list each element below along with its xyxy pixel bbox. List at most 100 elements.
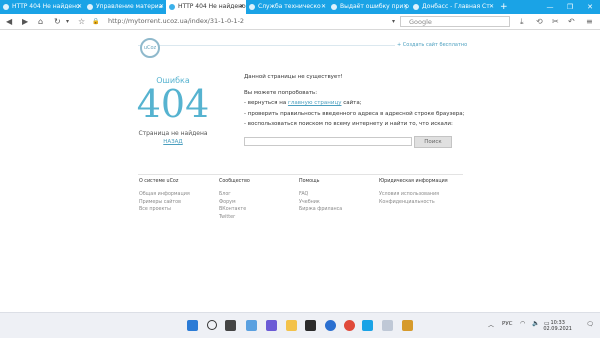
task-view-icon[interactable] (225, 320, 236, 331)
maximize-icon[interactable]: ❐ (560, 0, 580, 14)
suggestion-prefix: - вернуться на (244, 100, 288, 106)
page-info-icon[interactable]: 🔒 (92, 16, 99, 27)
tab-favicon-icon (249, 4, 255, 10)
minimize-icon[interactable]: — (540, 0, 560, 14)
back-link[interactable]: НАЗАД (132, 139, 214, 145)
download-icon[interactable]: ⤓ (520, 16, 524, 27)
close-tab-icon[interactable]: ✕ (321, 0, 326, 14)
footer-link[interactable]: Общая информация (139, 192, 190, 197)
footer-link[interactable]: Примеры сайтов (139, 200, 190, 205)
tab-favicon-icon (331, 4, 337, 10)
tab-http-404-1[interactable]: HTTP 404 Не найдено ✕ (0, 0, 84, 14)
search-icon[interactable] (207, 320, 217, 330)
footer-heading: О системе uCoz (139, 179, 179, 184)
footer-heading: Сообщество (219, 179, 250, 184)
notifications-icon[interactable]: 🗨 (586, 321, 594, 328)
ucoz-logo[interactable]: uCoz (140, 38, 160, 58)
url-dropdown-icon[interactable]: ▾ (392, 16, 395, 27)
app-icon-2[interactable] (402, 320, 413, 331)
tab-label: HTTP 404 Не найдено (178, 3, 246, 10)
close-tab-icon[interactable]: ✕ (77, 0, 82, 14)
widgets-icon[interactable] (246, 320, 257, 331)
create-site-link[interactable]: + Создать сайт бесплатно (395, 42, 470, 48)
tab-favicon-icon (3, 4, 9, 10)
search-input[interactable]: Google (400, 16, 510, 27)
suggestion-home: - вернуться на главную страницу сайта; (244, 100, 362, 106)
tab-label: HTTP 404 Не найдено (12, 3, 80, 10)
history-icon[interactable]: ⟲ (536, 16, 543, 27)
undo-icon[interactable]: ↶ (568, 16, 575, 27)
footer-link[interactable]: Форум (219, 200, 250, 205)
footer-link[interactable]: ВКонтакте (219, 207, 250, 212)
tray-chevron-icon[interactable]: ︿ (488, 320, 494, 329)
footer-link[interactable]: Учебник (299, 200, 342, 205)
home-icon[interactable]: ⌂ (38, 16, 43, 27)
suggestion-search: - воспользоваться поиском по всему интер… (244, 121, 453, 127)
suggestion-suffix: сайта; (341, 100, 362, 106)
chat-icon[interactable] (266, 320, 277, 331)
clock-date: 02.09.2021 (543, 326, 572, 332)
reload-menu-icon[interactable]: ▾ (66, 16, 69, 27)
taskbar: ︿ РУС ◠ 🔈 ▭ 10:33 02.09.2021 🗨 (0, 312, 600, 338)
footer-heading: Юридическая информация (379, 179, 448, 184)
window-controls: — ❐ ✕ (540, 0, 600, 14)
footer-col-help: Помощь FAQ Учебник Биржа фриланса (299, 179, 342, 215)
navigation-bar: ◀ ▶ ⌂ ↻ ▾ ☆ 🔒 http://mytorrent.ucoz.ua/i… (0, 14, 600, 30)
home-page-link[interactable]: главную страницу (288, 100, 342, 106)
start-icon[interactable] (187, 320, 198, 331)
tab-manage-materials[interactable]: Управление материа ✕ (84, 0, 166, 14)
footer-col-community: Сообщество Блог Форум ВКонтакте Twitter (219, 179, 250, 222)
suggestion-check-url: - проверить правильность введенного адре… (244, 111, 465, 117)
back-icon[interactable]: ◀ (6, 16, 12, 27)
menu-icon[interactable]: ≡ (586, 16, 593, 27)
scissors-icon[interactable]: ✂ (552, 16, 559, 27)
error-subtitle: Страница не найдена (138, 130, 208, 137)
close-tab-icon[interactable]: ✕ (489, 0, 494, 14)
tab-favicon-icon (413, 4, 419, 10)
footer-link[interactable]: FAQ (299, 192, 342, 197)
try-label: Вы можете попробовать: (244, 90, 318, 96)
tab-label: Служба техническо (258, 3, 321, 10)
footer-link[interactable]: Биржа фриланса (299, 207, 342, 212)
footer-link[interactable]: Конфиденциальность (379, 200, 448, 205)
tab-donbass[interactable]: Донбасс - Главная Ст ✕ (410, 0, 496, 14)
search-button[interactable]: Поиск (414, 136, 452, 148)
page-content: uCoz + Создать сайт бесплатно Ошибка 404… (0, 30, 600, 312)
error-code: 404 (136, 82, 210, 126)
app-icon[interactable] (382, 320, 393, 331)
tab-label: Выдаёт ошибку при р (340, 3, 409, 10)
message-heading: Данной страницы не существует! (244, 74, 343, 80)
file-explorer-icon[interactable] (286, 320, 297, 331)
tab-error-question[interactable]: Выдаёт ошибку при р ✕ (328, 0, 410, 14)
footer-link[interactable]: Блог (219, 192, 250, 197)
chrome-icon[interactable] (344, 320, 355, 331)
browser-icon[interactable] (362, 320, 373, 331)
url-bar[interactable]: http://mytorrent.ucoz.ua/index/31-1-0-1-… (108, 16, 390, 27)
forward-icon[interactable]: ▶ (22, 16, 28, 27)
tab-favicon-icon (169, 4, 175, 10)
language-indicator[interactable]: РУС (502, 321, 513, 327)
footer-divider (138, 174, 463, 175)
store-icon[interactable] (305, 320, 316, 331)
wifi-icon[interactable]: ◠ (520, 320, 525, 327)
close-tab-icon[interactable]: ✕ (403, 0, 408, 14)
footer-link[interactable]: Все проекты (139, 207, 190, 212)
create-site-label: Создать сайт бесплатно (402, 42, 468, 48)
footer-col-legal: Юридическая информация Условия использов… (379, 179, 448, 207)
clock[interactable]: 10:33 02.09.2021 (543, 320, 572, 332)
close-tab-icon[interactable]: ✕ (159, 0, 164, 14)
volume-icon[interactable]: 🔈 (532, 320, 539, 327)
bookmark-star-icon[interactable]: ☆ (78, 16, 85, 27)
tab-support[interactable]: Служба техническо ✕ (246, 0, 328, 14)
tab-label: Донбасс - Главная Ст (422, 3, 490, 10)
footer-link[interactable]: Условия использования (379, 192, 448, 197)
close-tab-icon[interactable]: ✕ (239, 0, 244, 14)
footer-col-about: О системе uCoz Общая информация Примеры … (139, 179, 190, 215)
new-tab-icon[interactable]: + (500, 0, 508, 14)
reload-icon[interactable]: ↻ (54, 16, 61, 27)
web-search-input[interactable] (244, 137, 412, 146)
tab-http-404-active[interactable]: HTTP 404 Не найдено ✕ (166, 0, 246, 14)
close-window-icon[interactable]: ✕ (580, 0, 600, 14)
footer-link[interactable]: Twitter (219, 215, 250, 220)
edge-icon[interactable] (325, 320, 336, 331)
